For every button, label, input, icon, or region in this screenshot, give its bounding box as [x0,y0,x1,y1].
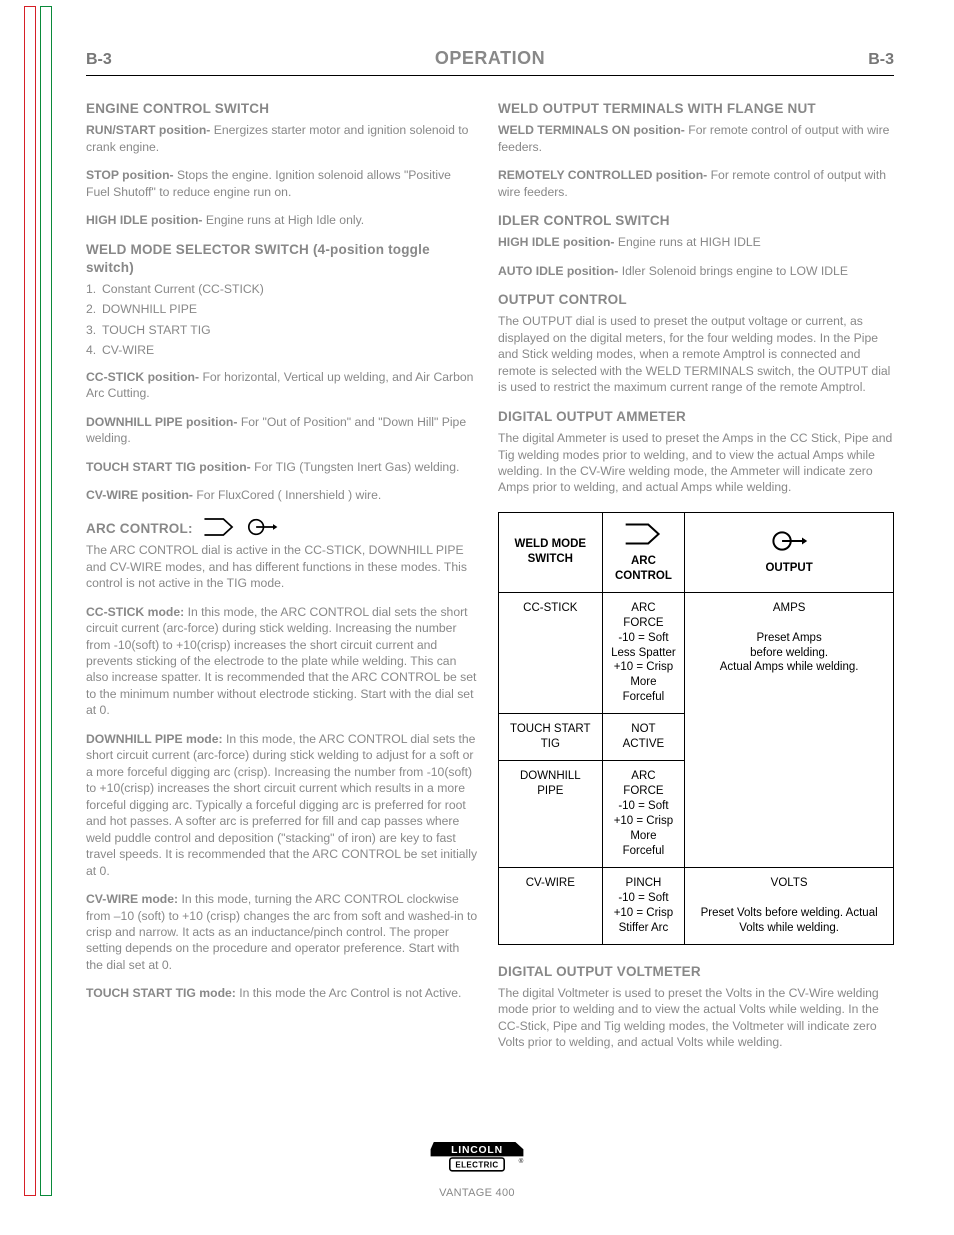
voltmeter-text: The digital Voltmeter is used to preset … [498,985,894,1051]
arc-control-dp: DOWNHILL PIPE mode: In this mode, the AR… [86,731,478,879]
heading-weld-terminals: WELD OUTPUT TERMINALS WITH FLANGE NUT [498,100,894,118]
page-id-right: B-3 [868,51,894,69]
arc-control-wire: CV-WIRE mode: In this mode, turning the … [86,891,478,973]
engine-switch-highidle: HIGH IDLE position- Engine runs at High … [86,212,478,228]
cell-dp-arc: ARC FORCE-10 = Soft+10 = CrispMore Force… [602,761,685,868]
heading-output: OUTPUT CONTROL [498,291,894,309]
cell-tp-arc: NOT ACTIVE [602,714,685,761]
arc-probe-icon [245,516,279,542]
th-arc-icon: ARCCONTROL [602,512,685,592]
cell-tp-mode: TOUCH START TIG [499,714,603,761]
weld-terminals-on: WELD TERMINALS ON position- For remote c… [498,122,894,155]
cell-cv-output: VOLTSPreset Volts before welding. Actual… [685,867,894,944]
arc-control-ccstick: CC-STICK mode: In this mode, the ARC CON… [86,604,478,719]
cell-ccstick-arc: ARC FORCE-10 = SoftLess Spatter+10 = Cri… [602,592,685,714]
heading-voltmeter: DIGITAL OUTPUT VOLTMETER [498,963,894,981]
cell-ccstick-mode: CC-STICK [499,592,603,714]
output-control-table: WELD MODESWITCH ARCCONTROL OUTPUT CC-STI… [498,512,894,945]
engine-switch-stop: STOP position- Stops the engine. Ignitio… [86,167,478,200]
heading-weld-mode: WELD MODE SELECTOR SWITCH (4-position to… [86,241,478,277]
arc-control-intro: The ARC CONTROL dial is active in the CC… [86,542,478,591]
page-id-left: B-3 [86,51,112,69]
cell-cv-mode: CV-WIRE [499,867,603,944]
arc-control-tp: TOUCH START TIG mode: In this mode the A… [86,985,478,1001]
ammeter-text: The digital Ammeter is used to preset th… [498,430,894,496]
cell-amps-output: AMPSPreset Ampsbefore welding.Actual Amp… [685,592,894,867]
weld-mode-cc: CC-STICK position- For horizontal, Verti… [86,369,478,402]
svg-text:ELECTRIC: ELECTRIC [455,1161,498,1170]
svg-text:LINCOLN: LINCOLN [451,1145,503,1156]
heading-idler: IDLER CONTROL SWITCH [498,212,894,230]
section-title: OPERATION [435,48,545,69]
th-output-icon: OUTPUT [685,512,894,592]
header-rule [86,75,894,76]
sidebar-green [40,6,52,1196]
th-mode: WELD MODESWITCH [499,512,603,592]
brand-logo: LINCOLN ELECTRIC ® [0,1140,954,1181]
weld-mode-cv: CV-WIRE position- For FluxCored ( Inners… [86,487,478,503]
idler-auto: AUTO IDLE position- Idler Solenoid bring… [498,263,894,279]
heading-engine-switch: ENGINE CONTROL SWITCH [86,100,478,118]
cell-cv-arc: PINCH-10 = Soft+10 = CrispStiffer Arc [602,867,685,944]
output-text: The OUTPUT dial is used to preset the ou… [498,313,894,395]
svg-text:®: ® [519,1157,524,1165]
footer-model: VANTAGE 400 [0,1187,954,1199]
heading-arc-control: ARC CONTROL: [86,520,193,538]
weld-mode-dp: DOWNHILL PIPE position- For "Out of Posi… [86,414,478,447]
weld-mode-list: 1.Constant Current (CC-STICK) 2.DOWNHILL… [86,281,478,359]
cell-dp-mode: DOWNHILLPIPE [499,761,603,868]
arc-tag-icon [203,516,235,542]
engine-switch-run-start: RUN/START position- Energizes starter mo… [86,122,478,155]
weld-mode-tp: TOUCH START TIG position- For TIG (Tungs… [86,459,478,475]
idler-high: HIGH IDLE position- Engine runs at HIGH … [498,234,894,250]
weld-terminals-remote: REMOTELY CONTROLLED position- For remote… [498,167,894,200]
sidebar-red [24,6,36,1196]
heading-ammeter: DIGITAL OUTPUT AMMETER [498,408,894,426]
